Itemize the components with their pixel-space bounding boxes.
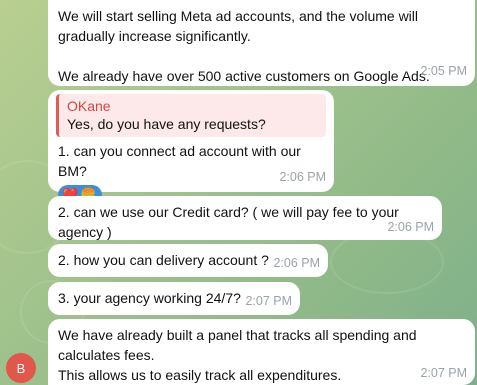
reply-text: Yes, do you have any requests? — [67, 116, 266, 132]
message-time: 2:06 PM — [279, 170, 326, 184]
message-time: 2:05 PM — [420, 64, 467, 78]
message-time: 2:06 PM — [273, 256, 320, 270]
message-time: 2:06 PM — [387, 220, 434, 234]
message-bubble[interactable]: We have already built a panel that track… — [48, 319, 475, 385]
avatar-initial: B — [16, 360, 26, 376]
avatar[interactable]: B — [6, 353, 36, 383]
message-bubble[interactable]: 2. how you can delivery account ? 2:06 P… — [48, 244, 328, 277]
message-time: 2:07 PM — [245, 294, 292, 308]
message-time: 2:07 PM — [420, 366, 467, 380]
message-bubble[interactable]: OKane Yes, do you have any requests? 1. … — [48, 90, 334, 205]
message-text: 2. can we use our Credit card? ( we will… — [58, 204, 399, 240]
message-bubble[interactable]: 3. your agency working 24/7? 2:07 PM — [48, 282, 300, 315]
reply-author: OKane — [67, 98, 111, 114]
reply-quote[interactable]: OKane Yes, do you have any requests? — [56, 94, 326, 137]
message-text: We will start selling Meta ad accounts, … — [58, 8, 430, 84]
message-text: We have already built a panel that track… — [58, 327, 417, 383]
message-bubble[interactable]: We will start selling Meta ad accounts, … — [48, 0, 475, 86]
message-bubble[interactable]: 2. can we use our Credit card? ( we will… — [48, 196, 442, 240]
